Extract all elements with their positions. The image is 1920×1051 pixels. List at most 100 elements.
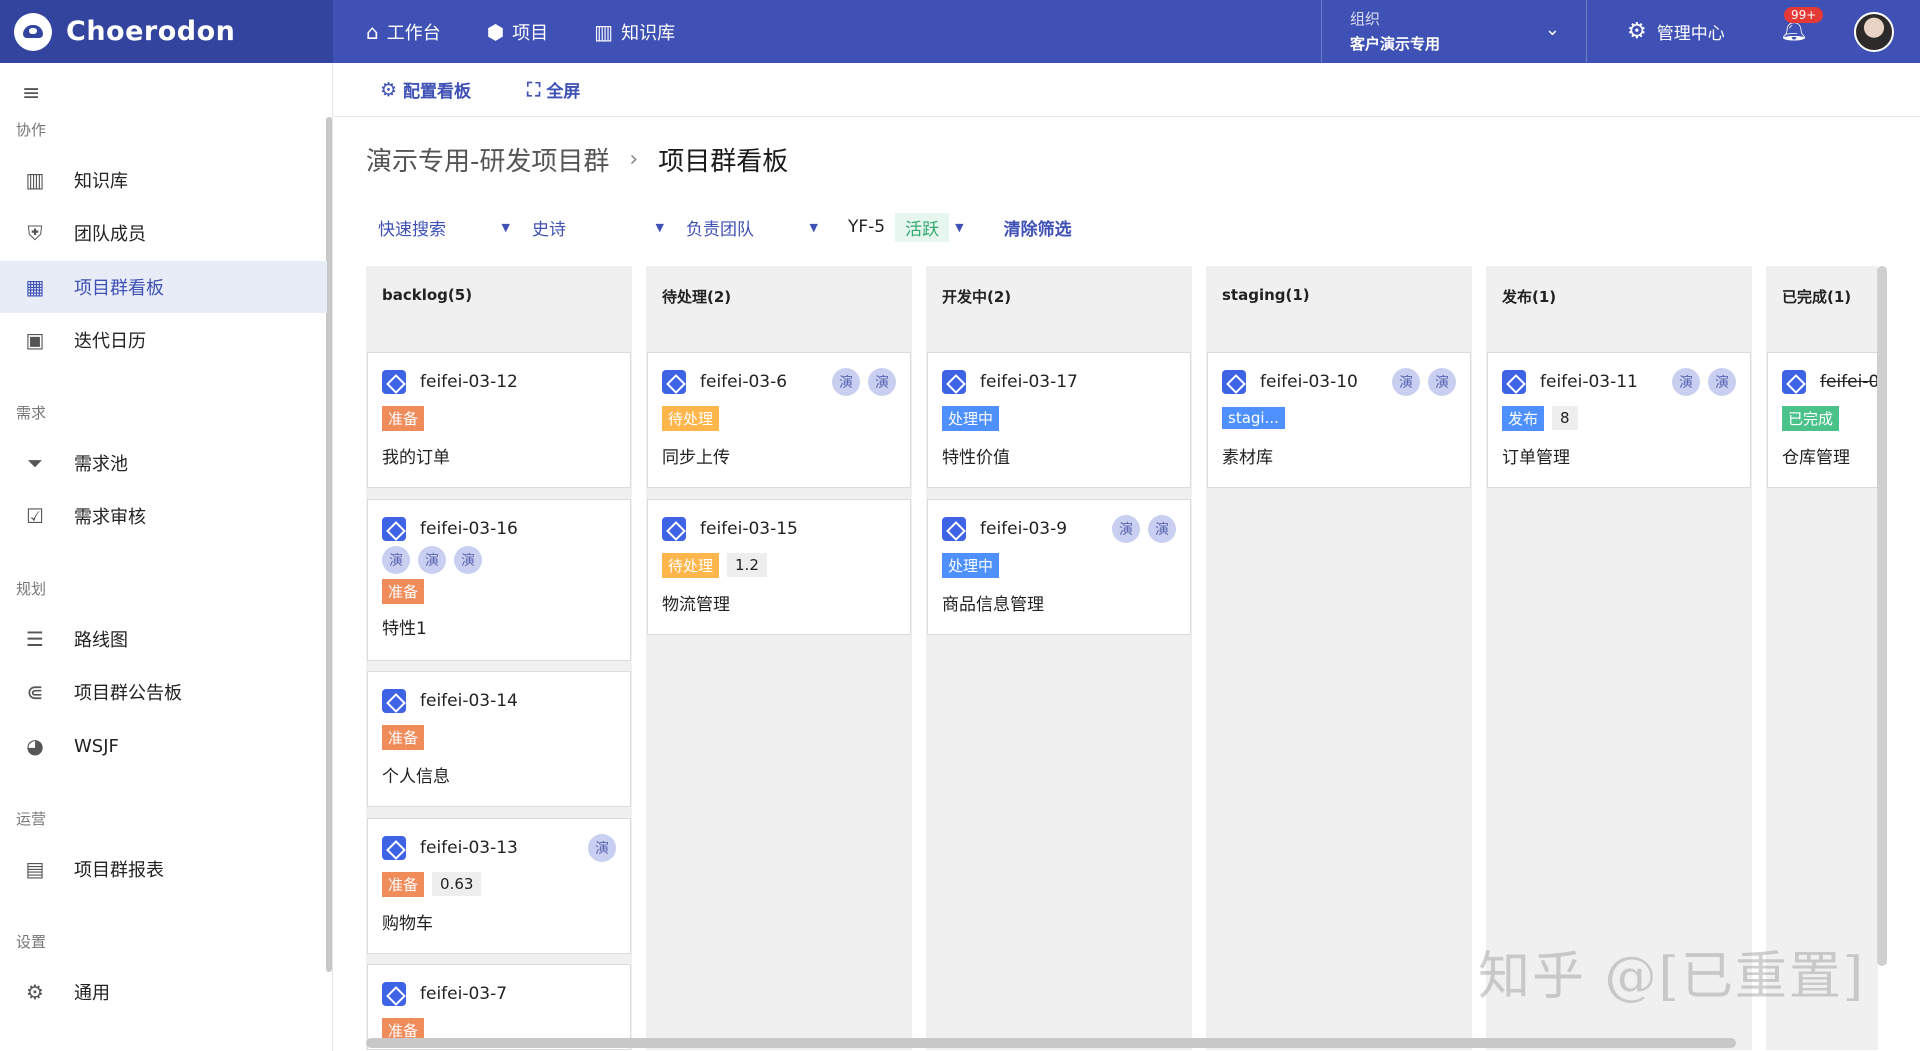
feature-type-icon (1222, 370, 1246, 394)
issue-title: 仓库管理 (1782, 448, 1850, 468)
sidebar-item-team-members[interactable]: ⛨ 团队成员 (0, 207, 327, 259)
section-title-settings: 设置 (16, 933, 47, 951)
page-title: 项目群看板 (658, 147, 789, 177)
sidebar-item-program-board[interactable]: ▦ 项目群看板 (0, 261, 327, 313)
assignee-avatar[interactable]: 演 (1112, 515, 1140, 543)
sidebar-item-knowledge[interactable]: ▥ 知识库 (0, 154, 327, 206)
logo-text: Choerodon (66, 16, 236, 47)
issue-card[interactable]: feifei-03-13 演 准备 0.63 购物车 (367, 818, 631, 954)
user-avatar[interactable] (1854, 12, 1894, 52)
issue-number: feifei-0 (1820, 372, 1878, 392)
nav-knowledge[interactable]: ▥ 知识库 (594, 19, 675, 45)
issue-number: feifei-03-7 (420, 984, 508, 1004)
org-selector[interactable]: 组织 客户演示专用 ⌄ (1321, 0, 1587, 63)
assignee-avatar[interactable]: 演 (1672, 368, 1700, 396)
assignee-avatar[interactable]: 演 (588, 834, 616, 862)
issue-number: feifei-03-15 (700, 519, 798, 539)
sidebar-item-label: 项目群公告板 (74, 683, 182, 704)
quick-search-filter[interactable]: 快速搜索 ▼ (366, 215, 520, 240)
assignee-avatar[interactable]: 演 (1708, 368, 1736, 396)
roadmap-icon: ☰ (26, 627, 44, 651)
assignee-avatar[interactable]: 演 (454, 546, 482, 574)
issue-title: 素材库 (1222, 448, 1273, 468)
board-vertical-scrollbar[interactable] (1877, 266, 1887, 966)
list-icon: ⋐ (26, 680, 44, 704)
issue-number: feifei-03-16 (420, 519, 518, 539)
column-header: 已完成(1) (1782, 288, 1852, 306)
sidebar-item-iteration-calendar[interactable]: ▣ 迭代日历 (0, 314, 327, 366)
hamburger-menu-icon[interactable]: ≡ (22, 81, 40, 106)
sidebar-item-label: WSJF (74, 735, 119, 757)
issue-card[interactable]: feifei-03-15 待处理 1.2 物流管理 (647, 499, 911, 635)
issue-title: 物流管理 (662, 595, 730, 615)
manage-center-label: 管理中心 (1656, 24, 1725, 44)
column-header: 开发中(2) (942, 288, 1012, 306)
configure-board-label: 配置看板 (403, 82, 472, 102)
sidebar-item-report[interactable]: ▤ 项目群报表 (0, 843, 327, 895)
column-header: backlog(5) (382, 286, 473, 304)
sidebar-item-wsjf[interactable]: ◕ WSJF (0, 720, 327, 772)
nav-project[interactable]: ⬢ 项目 (487, 19, 548, 45)
fullscreen-label: 全屏 (546, 82, 581, 102)
manage-center-button[interactable]: ⚙ 管理中心 (1627, 19, 1725, 44)
section-title-collab: 协作 (16, 121, 47, 139)
notification-badge: 99+ (1784, 7, 1824, 23)
assignee-avatar[interactable]: 演 (868, 368, 896, 396)
watermark: 知乎 @[已重置] (1478, 947, 1866, 1007)
status-tag: 待处理 (662, 405, 720, 431)
sidebar-item-label: 团队成员 (74, 224, 146, 245)
configure-board-button[interactable]: ⚙ 配置看板 (380, 77, 472, 103)
breadcrumb-parent[interactable]: 演示专用-研发项目群 (366, 141, 609, 178)
board-column-todo: 待处理(2) feifei-03-6 演 演 待处理 同步上传 feifei-0… (646, 266, 912, 1050)
sprint-selector[interactable]: YF-5 活跃 ▼ (848, 212, 964, 242)
caret-down-icon: ▼ (955, 220, 964, 234)
story-points: 1.2 (727, 553, 767, 577)
assignee-avatar[interactable]: 演 (1428, 368, 1456, 396)
clear-filters-button[interactable]: 清除筛选 (1004, 215, 1072, 240)
assignee-avatar[interactable]: 演 (418, 546, 446, 574)
board-toolbar: ⚙ 配置看板 ⛶ 全屏 (334, 63, 1920, 117)
fullscreen-button[interactable]: ⛶ 全屏 (527, 77, 581, 103)
issue-card[interactable]: feifei-03-14 准备 个人信息 (367, 671, 631, 807)
board-horizontal-scrollbar[interactable] (366, 1038, 1736, 1048)
issue-card[interactable]: feifei-03-11 演 演 发布 8 订单管理 (1487, 352, 1751, 488)
status-tag: 准备 (382, 405, 425, 431)
pie-chart-icon: ◕ (26, 734, 44, 758)
sidebar-item-general[interactable]: ⚙ 通用 (0, 966, 327, 1018)
section-title-operation: 运营 (16, 810, 47, 828)
status-tag: 已完成 (1782, 405, 1840, 431)
feature-type-icon (382, 982, 406, 1006)
issue-card[interactable]: feifei-03-9 演 演 处理中 商品信息管理 (927, 499, 1191, 635)
assignee-avatar[interactable]: 演 (1148, 515, 1176, 543)
sidebar-item-label: 路线图 (74, 630, 128, 651)
status-tag: 发布 (1502, 405, 1545, 431)
status-tag: 处理中 (942, 552, 1000, 578)
sidebar-item-label: 项目群看板 (74, 278, 164, 299)
story-points: 0.63 (432, 872, 482, 896)
sidebar-item-roadmap[interactable]: ☰ 路线图 (0, 613, 327, 665)
gear-icon: ⚙ (1627, 19, 1647, 44)
logo[interactable]: Choerodon (0, 0, 333, 63)
issue-card[interactable]: feifei-03-12 准备 我的订单 (367, 352, 631, 488)
issue-title: 个人信息 (382, 767, 450, 787)
assignee-avatar[interactable]: 演 (1392, 368, 1420, 396)
issue-card[interactable]: feifei-0 已完成 仓库管理 (1767, 352, 1878, 488)
status-tag: 准备 (382, 871, 425, 897)
sidebar-item-demand-review[interactable]: ☑ 需求审核 (0, 490, 327, 542)
filter-bar: 快速搜索 ▼ 史诗 ▼ 负责团队 ▼ YF-5 活跃 ▼ 清除筛选 (366, 212, 1072, 242)
issue-card[interactable]: feifei-03-17 处理中 特性价值 (927, 352, 1191, 488)
issue-card[interactable]: feifei-03-10 演 演 stagi... 素材库 (1207, 352, 1471, 488)
issue-card[interactable]: feifei-03-6 演 演 待处理 同步上传 (647, 352, 911, 488)
team-filter[interactable]: 负责团队 ▼ (674, 215, 828, 240)
nav-project-label: 项目 (512, 22, 549, 44)
sidebar-item-demand-pool[interactable]: ⏷ 需求池 (0, 437, 327, 489)
issue-card[interactable]: feifei-03-16 演 演 演 准备 特性1 (367, 499, 631, 661)
assignee-avatar[interactable]: 演 (832, 368, 860, 396)
epic-filter[interactable]: 史诗 ▼ (520, 215, 674, 240)
sidebar-item-bulletin-board[interactable]: ⋐ 项目群公告板 (0, 666, 327, 718)
sidebar-item-label: 需求审核 (74, 507, 146, 528)
sidebar-item-label: 通用 (74, 983, 110, 1004)
issue-title: 同步上传 (662, 448, 730, 468)
assignee-avatar[interactable]: 演 (382, 546, 410, 574)
nav-workbench[interactable]: ⌂ 工作台 (366, 19, 441, 45)
